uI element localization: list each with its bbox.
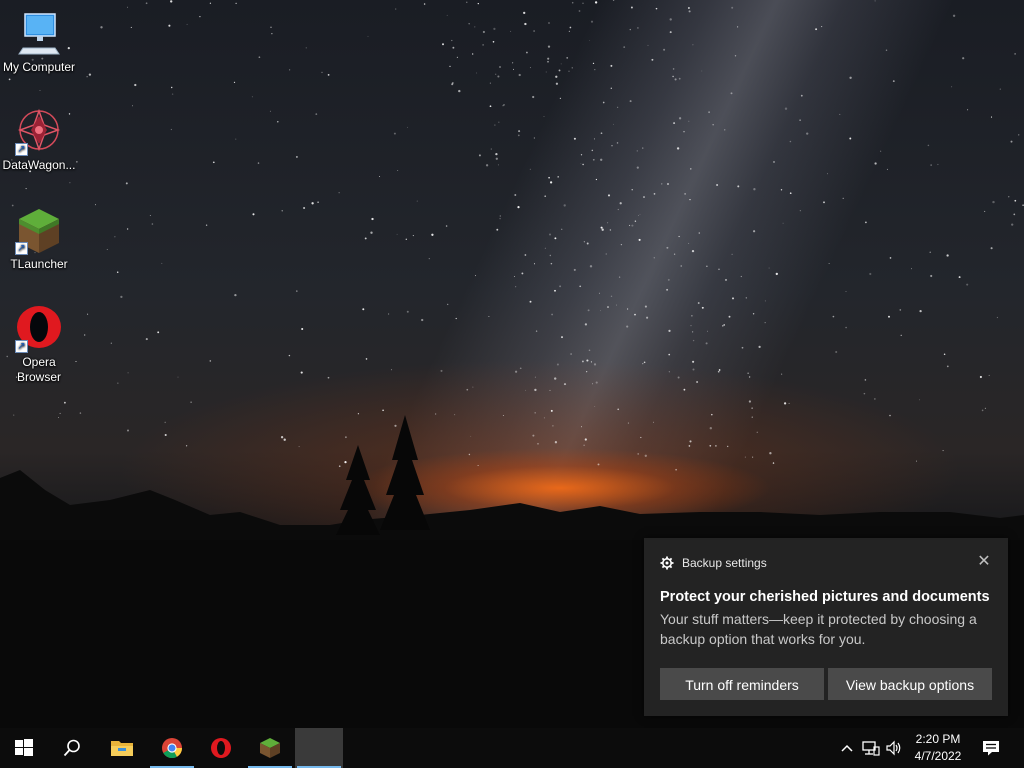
desktop-icon-opera-browser[interactable]: ↗ Opera Browser: [2, 305, 76, 385]
desktop-icon-label: Opera Browser: [16, 355, 61, 384]
taskbar-file-explorer[interactable]: [98, 728, 146, 768]
clock-time: 2:20 PM: [915, 732, 961, 746]
taskbar-opera[interactable]: [197, 728, 245, 768]
backup-notification-toast[interactable]: Backup settings ✕ Protect your cherished…: [644, 538, 1008, 716]
desktop-icon-label: DataWagon...: [2, 158, 76, 172]
desktop-icon-tlauncher[interactable]: ↗ TLauncher: [2, 207, 76, 272]
computer-icon: [15, 10, 63, 58]
start-icon: [15, 739, 33, 756]
toast-app-name: Backup settings: [682, 556, 767, 570]
datawagon-icon: ↗: [15, 108, 63, 156]
desktop-icon-label: My Computer: [2, 60, 76, 74]
close-icon[interactable]: ✕: [974, 552, 994, 572]
network-icon[interactable]: [862, 739, 880, 757]
turn-off-reminders-button[interactable]: Turn off reminders: [660, 668, 824, 700]
taskbar-chrome[interactable]: [148, 728, 196, 768]
taskbar-clock[interactable]: 2:20 PM 4/7/2022: [906, 731, 970, 765]
show-hidden-icons-chevron-icon[interactable]: [838, 739, 856, 757]
opera-icon: ↗: [15, 305, 63, 353]
taskbar: 2:20 PM 4/7/2022: [0, 728, 1024, 768]
clock-date: 4/7/2022: [914, 749, 962, 763]
chrome-icon: [162, 738, 183, 759]
gear-icon: [660, 556, 674, 570]
view-backup-options-button[interactable]: View backup options: [828, 668, 992, 700]
tlauncher-icon: ↗: [15, 207, 63, 255]
toast-header: Backup settings: [660, 556, 767, 570]
shortcut-arrow-icon: ↗: [15, 143, 28, 156]
volume-icon[interactable]: [885, 739, 903, 757]
tlauncher-icon: [260, 738, 280, 758]
file-explorer-icon: [111, 741, 133, 756]
desktop-icon-datawagon[interactable]: ↗ DataWagon...: [2, 108, 76, 173]
search-button[interactable]: [48, 728, 96, 768]
taskbar-tlauncher[interactable]: [246, 728, 294, 768]
shortcut-arrow-icon: ↗: [15, 242, 28, 255]
search-icon: [63, 739, 80, 757]
opera-icon: [211, 738, 231, 758]
toast-title: Protect your cherished pictures and docu…: [660, 589, 990, 605]
shortcut-arrow-icon: ↗: [15, 340, 28, 353]
desktop-wallpaper: My Computer ↗ DataWagon... ↗ TLauncher ↗…: [0, 0, 1024, 728]
start-button[interactable]: [0, 728, 48, 768]
toast-body: Your stuff matters—keep it protected by …: [660, 611, 977, 647]
desktop-icon-my-computer[interactable]: My Computer: [2, 10, 76, 75]
taskbar-active-window[interactable]: [295, 728, 343, 768]
desktop-icon-label: TLauncher: [10, 257, 68, 271]
action-center-icon[interactable]: [982, 739, 1000, 757]
